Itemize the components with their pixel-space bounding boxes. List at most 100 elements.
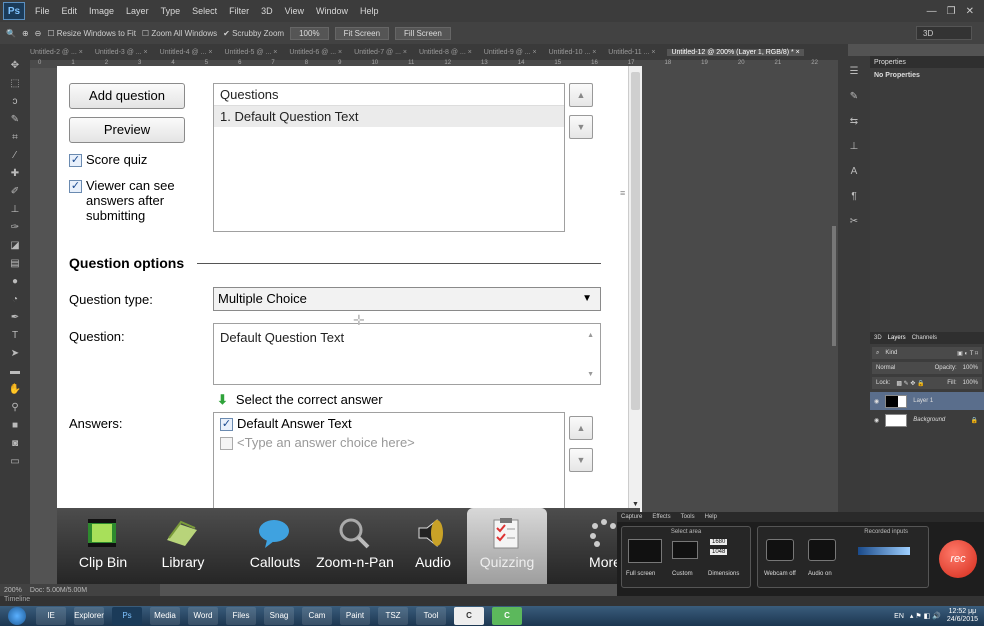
zoom-tool-icon[interactable]: ⚲ [6,402,24,416]
resize-windows-checkbox[interactable]: ☐ Resize Windows to Fit [47,29,136,38]
height-field[interactable]: 1048 [710,549,728,555]
doc-tab[interactable]: Untitled-3 @ ... × [95,49,148,56]
tools-panel-icon[interactable]: ✂ [838,216,870,227]
answer-move-down-button[interactable]: ▼ [569,448,593,472]
adjust-panel-icon[interactable]: ⇆ [838,116,870,127]
screen-mode-icon[interactable]: ▭ [6,456,24,470]
move-down-button[interactable]: ▼ [569,115,593,139]
menu-3d[interactable]: 3D [255,6,279,16]
kind-filter[interactable]: Kind [885,350,897,356]
menu-window[interactable]: Window [310,6,354,16]
toolbar-audio[interactable]: Audio [393,508,473,584]
layer-row[interactable]: ◉ Layer 1 [870,392,984,410]
taskbar-app[interactable]: TSZ [378,607,408,625]
timeline-label[interactable]: Timeline [4,596,30,603]
canvas-scrollbar[interactable] [832,226,836,346]
rec-menu-help[interactable]: Help [705,514,717,520]
fill-screen-button[interactable]: Fill Screen [395,26,451,40]
doc-tab[interactable]: Untitled-5 @ ... × [224,49,277,56]
scroll-down-arrow-icon[interactable]: ▼ [632,501,639,508]
brush-panel-icon[interactable]: ✎ [838,91,870,102]
menu-type[interactable]: Type [155,6,187,16]
doc-tab[interactable]: Untitled-4 @ ... × [160,49,213,56]
zoom-out-icon[interactable]: ⊖ [35,29,42,38]
minimize-button[interactable]: — [927,6,937,17]
brush-tool-icon[interactable]: ✐ [6,186,24,200]
full-screen-button[interactable] [628,539,662,563]
scrubby-zoom-checkbox[interactable]: ✔ Scrubby Zoom [223,29,284,38]
taskbar-app[interactable]: Files [226,607,256,625]
doc-tab[interactable]: Untitled-9 @ ... × [484,49,537,56]
eraser-tool-icon[interactable]: ◪ [6,240,24,254]
move-tool-icon[interactable]: ✥ [6,60,24,74]
move-up-button[interactable]: ▲ [569,83,593,107]
quick-mask-icon[interactable]: ◙ [6,438,24,452]
scroll-up-icon[interactable]: ▲ [587,332,594,339]
rec-menu-effects[interactable]: Effects [652,514,670,520]
eye-icon[interactable]: ◉ [874,398,879,405]
doc-tab-active[interactable]: Untitled-12 @ 200% (Layer 1, RGB/8) * × [667,48,804,56]
rec-button[interactable]: rec [939,540,977,578]
path-select-icon[interactable]: ➤ [6,348,24,362]
menu-image[interactable]: Image [83,6,120,16]
stamp-panel-icon[interactable]: ⊥ [838,141,870,152]
menu-edit[interactable]: Edit [56,6,84,16]
tab-layers[interactable]: Layers [888,335,906,341]
lock-icons[interactable]: ▩ ✎ ✥ 🔒 [896,380,924,387]
zoom-level[interactable]: 200% [4,587,22,594]
marquee-tool-icon[interactable]: ⬚ [6,78,24,92]
eye-icon[interactable]: ◉ [874,417,879,424]
stamp-tool-icon[interactable]: ⊥ [6,204,24,218]
custom-button[interactable] [672,541,698,559]
menu-filter[interactable]: Filter [223,6,255,16]
zoom-in-icon[interactable]: ⊕ [22,29,29,38]
taskbar-app[interactable]: Explorer [74,607,104,625]
answer-item[interactable]: ✓ Default Answer Text [220,416,352,431]
healing-tool-icon[interactable]: ✚ [6,168,24,182]
menu-view[interactable]: View [279,6,310,16]
rec-menu-tools[interactable]: Tools [681,514,695,520]
menu-layer[interactable]: Layer [120,6,155,16]
menu-file[interactable]: File [29,6,56,16]
opacity-value[interactable]: 100% [963,365,982,371]
toolbar-zoom-n-pan[interactable]: Zoom-n-Pan [315,508,395,584]
questions-list[interactable]: Questions 1. Default Question Text [213,83,565,232]
fit-screen-button[interactable]: Fit Screen [334,26,390,40]
panel-scrollbar[interactable]: ▼ [628,66,642,512]
taskbar-app[interactable]: Tool [416,607,446,625]
type-tool-icon[interactable]: T [6,330,24,344]
audio-button[interactable] [808,539,836,561]
start-button[interactable] [8,607,26,625]
doc-tab[interactable]: Untitled-10 ... × [549,49,597,56]
blur-tool-icon[interactable]: ● [6,276,24,290]
clock[interactable]: 12:52 μμ 24/6/2015 [947,608,978,624]
scrollbar-thumb[interactable] [631,72,640,410]
question-textarea[interactable]: Default Question Text ▲ ▼ [213,323,601,385]
history-brush-icon[interactable]: ✑ [6,222,24,236]
properties-tab[interactable]: Properties [874,59,906,66]
layer-filter-row[interactable]: ⌕ Kind ▣ ◐ T ⌑ [872,347,982,359]
taskbar-app[interactable]: C [454,607,484,625]
taskbar-app[interactable]: Media [150,607,180,625]
shape-tool-icon[interactable]: ▬ [6,366,24,380]
splitter-grip-icon[interactable]: ≡ [620,188,628,198]
history-panel-icon[interactable]: ☰ [838,66,870,77]
zoom-tool-icon[interactable]: 🔍 [6,29,16,38]
doc-tab[interactable]: Untitled-11 ... × [608,49,655,56]
gradient-tool-icon[interactable]: ▤ [6,258,24,272]
eyedropper-tool-icon[interactable]: ⁄ [6,150,24,164]
webcam-button[interactable] [766,539,794,561]
pen-tool-icon[interactable]: ✒ [6,312,24,326]
hand-tool-icon[interactable]: ✋ [6,384,24,398]
answer-item[interactable]: ✓ <Type an answer choice here> [220,435,415,450]
dodge-tool-icon[interactable]: ◔ [6,294,24,308]
tray-icons[interactable]: ▴ ⚑ ◧ 🔊 [910,612,941,620]
taskbar-app[interactable]: Cam [302,607,332,625]
answer-move-up-button[interactable]: ▲ [569,416,593,440]
doc-tab[interactable]: Untitled-6 @ ... × [289,49,342,56]
zoom-100-button[interactable]: 100% [290,26,329,40]
close-button[interactable]: ✕ [966,6,974,17]
scroll-down-icon[interactable]: ▼ [587,371,594,378]
crop-tool-icon[interactable]: ⌗ [6,132,24,146]
doc-tab[interactable]: Untitled-7 @ ... × [354,49,407,56]
